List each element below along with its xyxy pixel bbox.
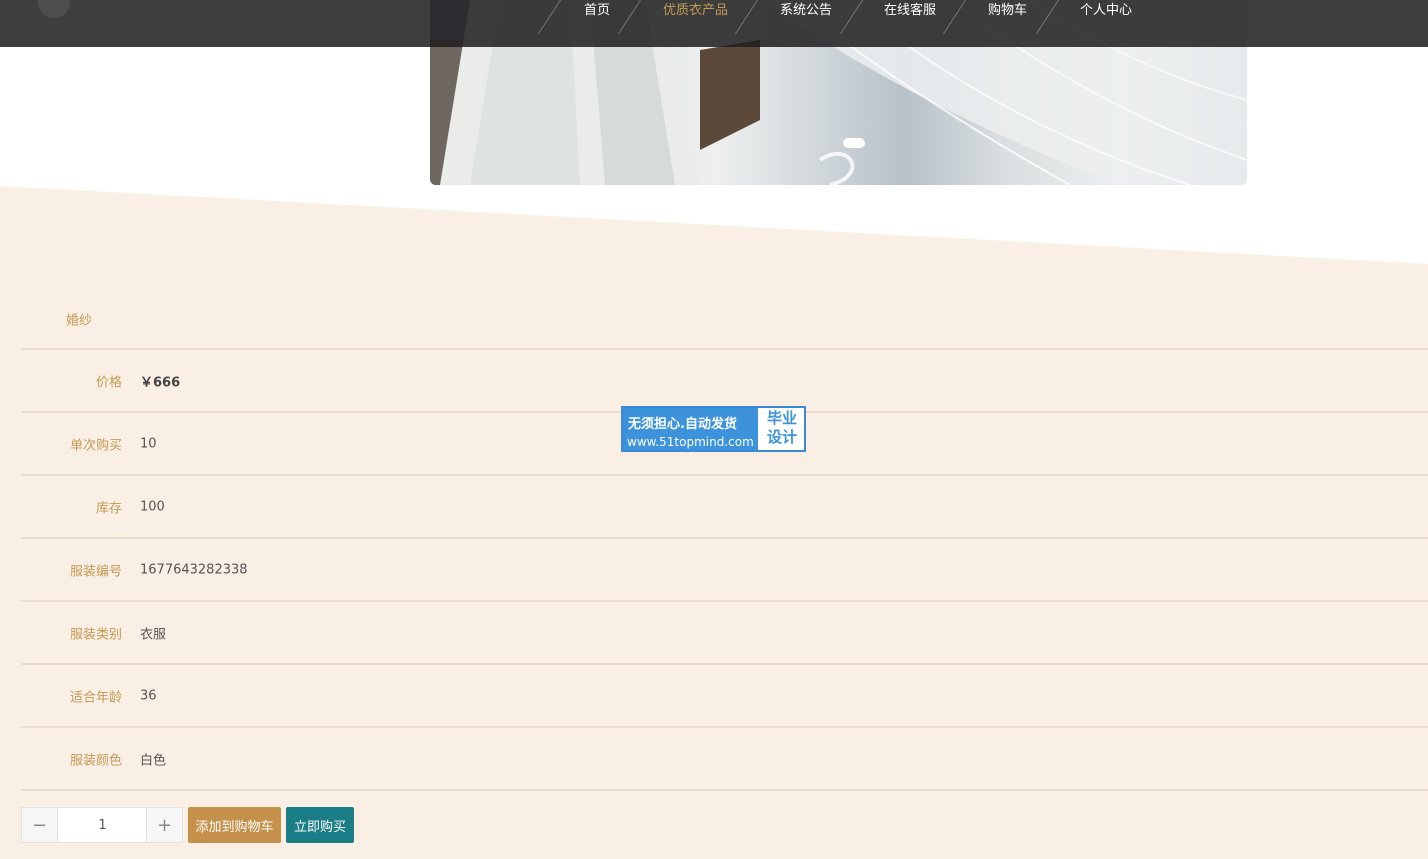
carousel-indicator[interactable] (843, 138, 865, 148)
detail-row-color: 服装颜色 白色 (21, 728, 1428, 791)
top-navigation: 首页 优质衣产品 系统公告 在线客服 购物车 个人中心 (0, 0, 1428, 47)
price-value: ￥666 (140, 375, 181, 390)
nav-item-home[interactable]: 首页 (584, 0, 610, 47)
nav-separator (942, 0, 966, 34)
nav-item-announcements[interactable]: 系统公告 (780, 0, 832, 47)
decrease-quantity-button[interactable]: − (22, 808, 58, 842)
nav-separator (734, 0, 758, 34)
watermark-badge: 无须担心.自动发货 www.51topmind.com 毕业 设计 (621, 406, 806, 452)
detail-row-category: 服装类别 衣服 (21, 602, 1428, 665)
product-name: 婚纱 (66, 313, 93, 329)
single-purchase-value: 10 (140, 436, 157, 451)
category-label: 服装类别 (69, 627, 122, 642)
detail-row-price: 价格 ￥666 (21, 350, 1428, 413)
single-purchase-label: 单次购买 (69, 438, 122, 453)
quantity-input[interactable] (58, 808, 147, 842)
logo-icon[interactable] (38, 0, 70, 18)
product-title-row: 婚纱 (21, 290, 1428, 350)
watermark-side-text: 毕业 设计 (766, 409, 797, 446)
detail-row-age: 适合年龄 36 (21, 665, 1428, 728)
watermark-main: 无须担心.自动发货 www.51topmind.com (623, 408, 758, 450)
purchase-actions: − + 添加到购物车 立即购买 (21, 807, 421, 843)
age-value: 36 (140, 688, 157, 703)
stock-value: 100 (140, 499, 165, 514)
nav-separator (537, 0, 561, 34)
nav-item-cart[interactable]: 购物车 (988, 0, 1027, 47)
age-label: 适合年龄 (69, 690, 122, 705)
buy-now-button[interactable]: 立即购买 (286, 807, 354, 843)
quantity-stepper: − + (21, 807, 183, 843)
item-number-label: 服装编号 (69, 564, 122, 579)
increase-quantity-button[interactable]: + (146, 808, 182, 842)
stock-label: 库存 (95, 501, 122, 516)
watermark-url: www.51topmind.com (627, 435, 754, 449)
detail-row-item-number: 服装编号 1677643282338 (21, 539, 1428, 602)
nav-item-customer-service[interactable]: 在线客服 (884, 0, 936, 47)
category-value: 衣服 (140, 627, 167, 642)
item-number-value: 1677643282338 (140, 562, 248, 577)
nav-separator (617, 0, 641, 34)
color-value: 白色 (140, 753, 167, 768)
product-detail-table: 婚纱 价格 ￥666 单次购买 10 库存 100 服装编号 167764328… (21, 290, 1428, 791)
detail-row-stock: 库存 100 (21, 476, 1428, 539)
add-to-cart-button[interactable]: 添加到购物车 (188, 807, 281, 843)
color-label: 服装颜色 (69, 753, 122, 768)
nav-item-profile[interactable]: 个人中心 (1080, 0, 1132, 47)
nav-separator (839, 0, 863, 34)
price-label: 价格 (95, 375, 122, 390)
watermark-slogan: 无须担心.自动发货 (628, 417, 737, 432)
nav-item-products[interactable]: 优质衣产品 (663, 0, 728, 47)
nav-separator (1035, 0, 1059, 34)
